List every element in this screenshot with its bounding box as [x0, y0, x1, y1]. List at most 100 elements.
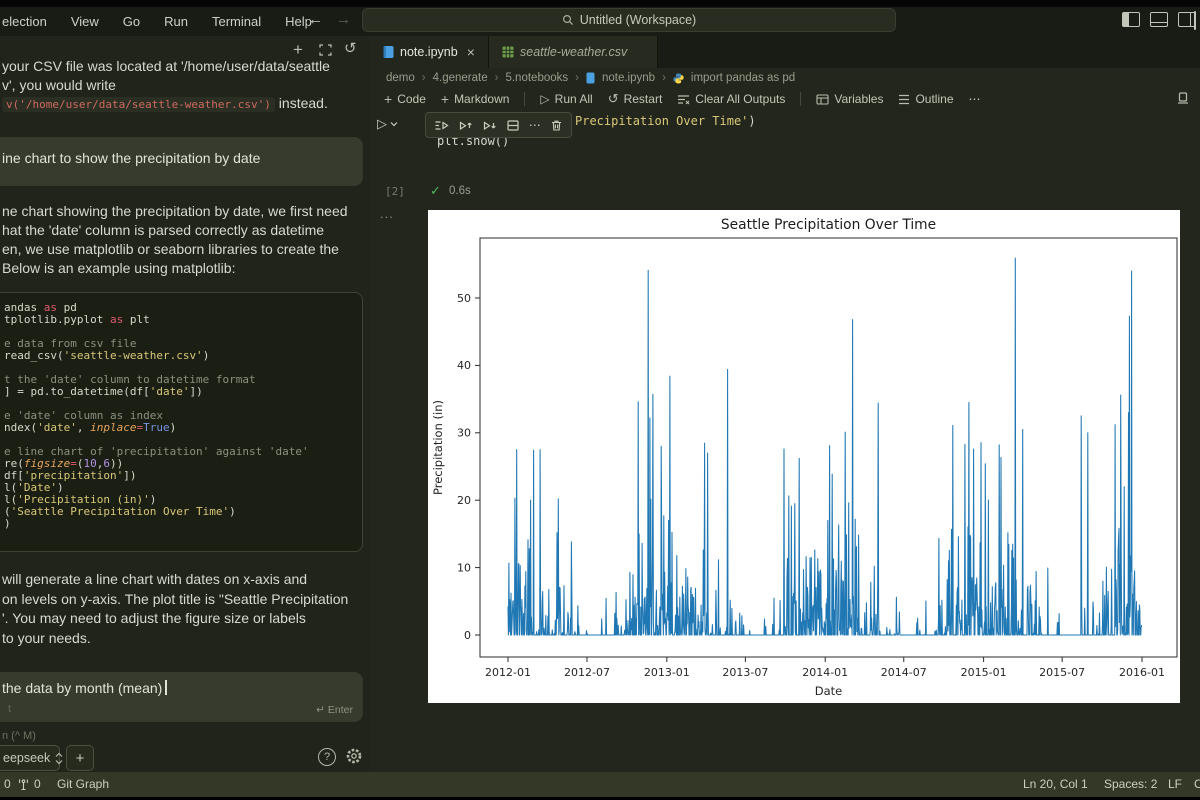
breadcrumb-item[interactable]: demo: [386, 72, 415, 84]
assistant-text-line: hat the 'date' column is parsed correctl…: [2, 221, 348, 240]
output-gutter-dots[interactable]: ...: [380, 206, 394, 221]
split-cell-icon[interactable]: [506, 119, 520, 132]
svg-text:Precipitation (in): Precipitation (in): [431, 400, 445, 495]
vscode-window: electionViewGoRunTerminalHelp ← → Untitl…: [0, 0, 1200, 800]
clear-outputs-button[interactable]: Clear All Outputs: [677, 92, 785, 106]
assistant-text-line: ne chart showing the precipitation by da…: [2, 202, 348, 221]
menu-item-view[interactable]: View: [71, 14, 99, 29]
menu-item-run[interactable]: Run: [164, 14, 188, 29]
run-below-icon[interactable]: [482, 119, 497, 132]
csv-table-icon: [502, 46, 514, 58]
tab-note-ipynb[interactable]: note.ipynb ×: [370, 36, 489, 68]
text-cursor: [165, 680, 167, 695]
svg-text:2016-01: 2016-01: [1119, 666, 1165, 679]
breadcrumb-item[interactable]: 4.generate: [433, 72, 488, 84]
kernel-picker-icon[interactable]: [1176, 91, 1190, 105]
breadcrumb-item[interactable]: note.ipynb: [602, 72, 655, 84]
clear-outputs-icon: [677, 94, 690, 105]
cell-more-icon[interactable]: ⋯: [529, 118, 541, 132]
toggle-sidebar-icon[interactable]: [1122, 12, 1140, 27]
menu-item-go[interactable]: Go: [123, 14, 140, 29]
run-all-button[interactable]: ▷Run All: [540, 92, 592, 106]
assistant-text-line: to your needs.: [2, 629, 348, 649]
ports-icon[interactable]: [17, 778, 30, 791]
chevron-updown-icon: [55, 752, 63, 765]
line-col-indicator[interactable]: Ln 20, Col 1: [1023, 777, 1088, 791]
back-arrow-icon[interactable]: ←: [308, 11, 323, 28]
restart-button[interactable]: ↺Restart: [608, 91, 663, 107]
toggle-layout-clipped-icon[interactable]: [1194, 11, 1196, 30]
shortcut-hint: n (^ M): [2, 730, 36, 742]
add-code-button[interactable]: +Code: [384, 91, 426, 107]
menu-item-election[interactable]: election: [2, 14, 47, 29]
toggle-panel-icon[interactable]: [1150, 12, 1168, 27]
add-context-button[interactable]: +: [66, 745, 94, 771]
svg-text:Seattle Precipitation Over Tim: Seattle Precipitation Over Time: [721, 217, 936, 233]
tab-seattle-weather-csv[interactable]: seattle-weather.csv: [489, 36, 658, 68]
workspace-search[interactable]: Untitled (Workspace): [362, 8, 896, 32]
success-check-icon: ✓: [430, 183, 441, 199]
new-chat-icon[interactable]: +: [293, 42, 303, 58]
add-markdown-button[interactable]: +Markdown: [441, 91, 510, 107]
breadcrumb-item[interactable]: import pandas as pd: [691, 72, 795, 84]
ports-count[interactable]: 0: [34, 777, 41, 791]
breadcrumbs: demo› 4.generate› 5.notebooks› note.ipyn…: [386, 68, 795, 88]
execution-count: [2]: [385, 185, 405, 198]
svg-text:2012-07: 2012-07: [564, 666, 610, 679]
window-top-strip: [0, 0, 1200, 7]
chat-input[interactable]: the data by month (mean) t ↵ Enter: [0, 672, 363, 722]
svg-text:50: 50: [457, 292, 471, 305]
settings-gear-icon[interactable]: [345, 747, 363, 765]
git-graph-item[interactable]: Git Graph: [57, 777, 109, 791]
layout-toggles: [1122, 12, 1196, 27]
assistant-text: instead.: [279, 95, 328, 111]
chat-input-value: the data by month (mean): [2, 680, 162, 696]
editor-group: note.ipynb × seattle-weather.csv demo› 4…: [370, 36, 1200, 772]
run-cell-up-icon[interactable]: [458, 119, 473, 132]
clipped-status-item[interactable]: C: [1194, 777, 1200, 791]
svg-text:2015-01: 2015-01: [961, 666, 1007, 679]
tab-label: seattle-weather.csv: [520, 45, 627, 59]
remote-count[interactable]: 0: [4, 777, 11, 791]
eol-indicator[interactable]: LF: [1168, 777, 1182, 791]
cell-hover-toolbar: ⋯: [425, 112, 572, 138]
inline-code: v('/home/user/data/seattle-weather.csv'): [2, 97, 275, 112]
frame-icon[interactable]: [319, 44, 332, 56]
svg-text:2012-01: 2012-01: [485, 666, 531, 679]
run-cell-button[interactable]: ▷: [377, 116, 398, 132]
close-tab-icon[interactable]: ×: [467, 46, 475, 58]
notebook-toolbar: +Code +Markdown ▷Run All ↺Restart Clear …: [384, 88, 981, 110]
chat-code-block: andas as pdtplotlib.pyplot as plt e data…: [0, 292, 363, 552]
history-icon[interactable]: ↺: [344, 41, 357, 57]
forward-arrow-icon[interactable]: →: [336, 11, 351, 28]
enter-hint: ↵ Enter: [316, 704, 353, 716]
status-bar: 0 0 Git Graph Ln 20, Col 1 Spaces: 2 LF …: [0, 772, 1200, 797]
tab-bar: note.ipynb × seattle-weather.csv: [370, 36, 1200, 68]
assistant-text-line: your CSV file was located at '/home/user…: [2, 57, 330, 76]
search-icon: [562, 14, 574, 26]
svg-text:40: 40: [457, 359, 471, 372]
variables-button[interactable]: Variables: [816, 92, 883, 106]
toolbar-more-button[interactable]: ⋯: [969, 92, 981, 106]
cell-code-line[interactable]: Precipitation Over Time'): [575, 114, 756, 128]
assistant-paragraph: will generate a line chart with dates on…: [2, 570, 348, 648]
breadcrumb-item[interactable]: 5.notebooks: [505, 72, 568, 84]
svg-text:2014-01: 2014-01: [802, 666, 848, 679]
model-selector[interactable]: eepseek: [0, 745, 60, 771]
assistant-text-line: will generate a line chart with dates on…: [2, 570, 348, 590]
indentation-indicator[interactable]: Spaces: 2: [1104, 777, 1157, 791]
execution-time: 0.6s: [449, 185, 471, 197]
delete-cell-icon[interactable]: [550, 119, 563, 132]
outline-button[interactable]: Outline: [898, 92, 953, 106]
chat-panel: + ↺ your CSV file was located at '/home/…: [0, 36, 371, 772]
titlebar: electionViewGoRunTerminalHelp ← → Untitl…: [0, 0, 1200, 36]
run-above-icon[interactable]: [434, 119, 449, 132]
variables-icon: [816, 94, 829, 105]
svg-text:20: 20: [457, 494, 471, 507]
run-icon: ▷: [540, 92, 549, 106]
help-icon[interactable]: ?: [318, 748, 336, 766]
assistant-paragraph: ne chart showing the precipitation by da…: [2, 202, 348, 278]
svg-text:2014-07: 2014-07: [881, 666, 927, 679]
svg-text:Date: Date: [815, 684, 843, 698]
menu-item-terminal[interactable]: Terminal: [212, 14, 261, 29]
